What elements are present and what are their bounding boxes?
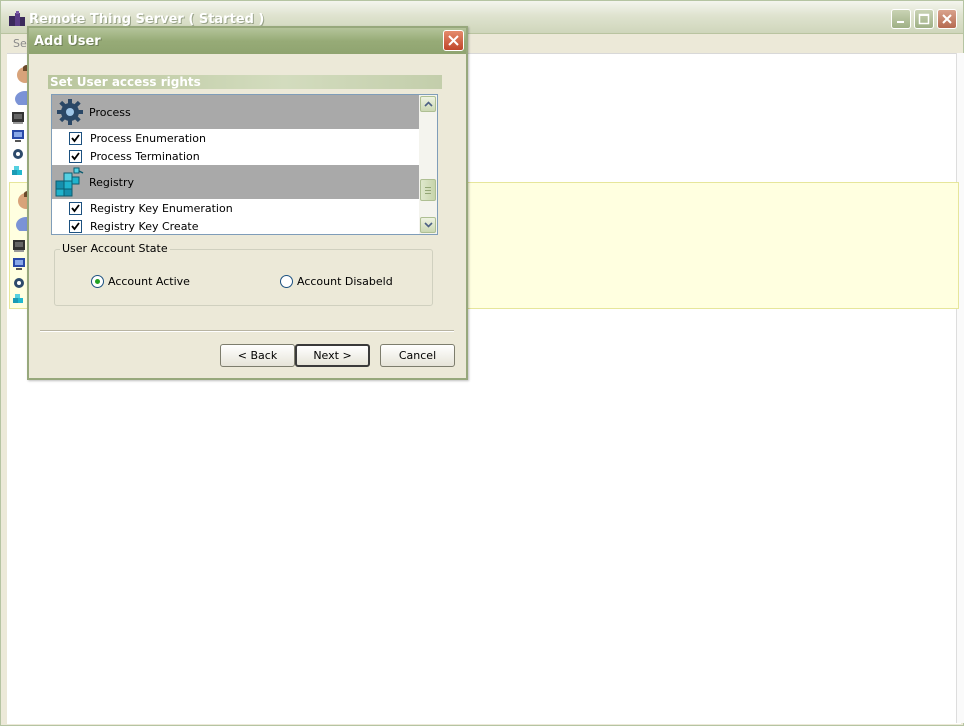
next-button[interactable]: Next > (295, 344, 370, 367)
scroll-down-button[interactable] (420, 217, 436, 233)
separator (40, 330, 454, 332)
registry-cubes-icon (13, 294, 23, 303)
scroll-up-button[interactable] (420, 96, 436, 112)
section-header: Set User access rights (48, 75, 442, 89)
right-label: Process Enumeration (90, 132, 206, 145)
back-button[interactable]: < Back (220, 344, 295, 367)
gear-icon (13, 149, 23, 159)
minimize-icon (897, 21, 904, 23)
right-row-process-termination[interactable]: Process Termination (52, 147, 419, 165)
account-state-legend: User Account State (60, 242, 170, 255)
cancel-button[interactable]: Cancel (380, 344, 455, 367)
checkmark-icon (71, 152, 80, 161)
account-state-group: User Account State Account Active Accoun… (54, 242, 433, 306)
monitor-icon (12, 130, 24, 142)
checkmark-icon (71, 222, 80, 231)
close-icon (448, 35, 459, 46)
group-header-registry[interactable]: Registry (52, 165, 419, 199)
right-label: Process Termination (90, 150, 200, 163)
group-label-process: Process (89, 106, 131, 119)
group-label-registry: Registry (89, 176, 135, 189)
dialog-title-bar[interactable]: Add User (29, 28, 466, 54)
dialog-title: Add User (34, 34, 101, 49)
add-user-dialog: Add User Set User access rights Process (27, 26, 468, 380)
scroll-thumb[interactable] (420, 179, 436, 201)
chevron-down-icon (424, 222, 433, 228)
checkmark-icon (71, 134, 80, 143)
gear-icon (57, 99, 83, 125)
checkmark-icon (71, 204, 80, 213)
registry-key-enumeration-checkbox[interactable] (69, 202, 82, 215)
monitor-icon (13, 258, 25, 270)
account-active-label[interactable]: Account Active (108, 275, 190, 288)
registry-cubes-icon (12, 166, 22, 175)
account-disabled-radio[interactable] (280, 275, 293, 288)
main-window-title: Remote Thing Server ( Started ) (29, 12, 265, 27)
access-rights-list[interactable]: Process Process Enumeration Process Term… (51, 94, 438, 235)
close-icon (942, 14, 952, 24)
account-disabled-label[interactable]: Account Disabeld (297, 275, 393, 288)
dialog-close-button[interactable] (443, 30, 464, 51)
main-scrollbar[interactable] (956, 53, 964, 723)
group-header-process[interactable]: Process (52, 95, 419, 129)
account-active-radio[interactable] (91, 275, 104, 288)
registry-key-create-checkbox[interactable] (69, 220, 82, 233)
close-button[interactable] (937, 9, 957, 29)
list-scrollbar[interactable] (419, 95, 437, 234)
right-row-registry-key-enumeration[interactable]: Registry Key Enumeration (52, 199, 419, 217)
maximize-icon (918, 13, 930, 25)
right-label: Registry Key Enumeration (90, 202, 233, 215)
minimize-button[interactable] (891, 9, 911, 29)
chevron-up-icon (424, 101, 433, 107)
right-row-registry-key-create[interactable]: Registry Key Create (52, 217, 419, 234)
terminal-icon (12, 112, 24, 124)
maximize-button[interactable] (914, 9, 934, 29)
process-enumeration-checkbox[interactable] (69, 132, 82, 145)
terminal-icon (13, 240, 25, 252)
app-icon (9, 11, 25, 26)
registry-cubes-icon (55, 167, 84, 197)
process-termination-checkbox[interactable] (69, 150, 82, 163)
right-row-process-enumeration[interactable]: Process Enumeration (52, 129, 419, 147)
gear-icon (14, 278, 24, 288)
right-label: Registry Key Create (90, 220, 199, 233)
